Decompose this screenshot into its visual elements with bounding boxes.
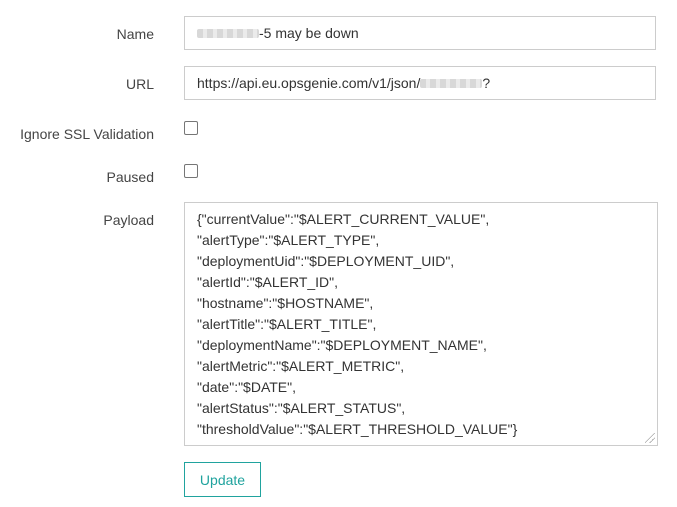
ignore-ssl-label: Ignore SSL Validation [20, 126, 154, 142]
payload-line: "hostname":"$HOSTNAME", [197, 295, 374, 311]
paused-label: Paused [106, 169, 154, 185]
url-label: URL [125, 76, 154, 92]
payload-label: Payload [103, 212, 154, 228]
payload-line: "deploymentName":"$DEPLOYMENT_NAME", [197, 337, 487, 353]
payload-line: "alertMetric":"$ALERT_METRIC", [197, 358, 405, 374]
payload-line: "thresholdValue":"$ALERT_THRESHOLD_VALUE… [197, 421, 518, 437]
update-button[interactable]: Update [184, 462, 261, 497]
name-input[interactable]: -5 may be down [184, 16, 656, 50]
payload-line: {"currentValue":"$ALERT_CURRENT_VALUE", [197, 211, 490, 227]
payload-line: "alertStatus":"$ALERT_STATUS", [197, 400, 406, 416]
name-label: Name [116, 26, 154, 42]
resize-handle-icon[interactable] [645, 433, 655, 443]
url-value-suffix: ? [482, 75, 491, 91]
payload-line: "date":"$DATE", [197, 379, 296, 395]
name-value: -5 may be down [259, 25, 359, 41]
payload-line: "deploymentUid":"$DEPLOYMENT_UID", [197, 253, 455, 269]
payload-line: "alertId":"$ALERT_ID", [197, 274, 339, 290]
url-input[interactable]: https://api.eu.opsgenie.com/v1/json/ ? [184, 66, 656, 100]
paused-checkbox[interactable] [184, 164, 198, 178]
redacted-text [420, 78, 483, 88]
url-value-prefix: https://api.eu.opsgenie.com/v1/json/ [197, 75, 421, 91]
payload-line: "alertType":"$ALERT_TYPE", [197, 232, 380, 248]
payload-textarea[interactable]: {"currentValue":"$ALERT_CURRENT_VALUE", … [184, 202, 658, 446]
payload-line: "alertTitle":"$ALERT_TITLE", [197, 316, 377, 332]
redacted-text [197, 28, 259, 38]
ignore-ssl-checkbox[interactable] [184, 121, 198, 135]
